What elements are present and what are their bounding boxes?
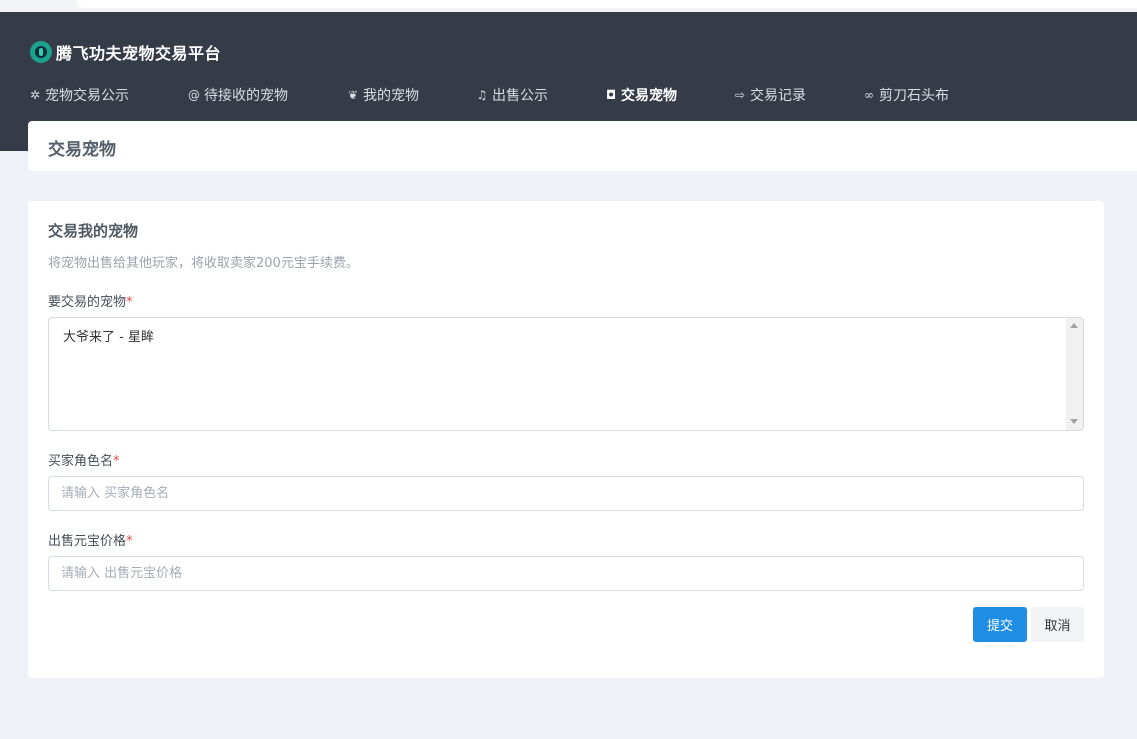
app-title: 腾飞功夫宠物交易平台 — [56, 44, 222, 63]
required-mark: * — [126, 295, 133, 310]
form-title: 交易我的宠物 — [48, 222, 139, 240]
nav-item-label: 出售公示 — [492, 88, 548, 104]
nav-item-label: 待接收的宠物 — [204, 88, 288, 104]
logo-icon — [30, 41, 52, 63]
price-label-text: 出售元宝价格 — [48, 534, 127, 549]
submit-button[interactable]: 提交 — [973, 607, 1027, 642]
price-label: 出售元宝价格* — [48, 530, 133, 549]
select-scrollbar[interactable] — [1066, 318, 1083, 430]
pet-select-list[interactable]: 大爷来了 - 星眸 — [48, 317, 1084, 431]
pet-option[interactable]: 大爷来了 - 星眸 — [63, 326, 154, 345]
brand[interactable]: 腾飞功夫宠物交易平台 — [30, 40, 221, 64]
gamepad-icon: ∞ — [864, 88, 874, 102]
cat-icon: ❦ — [347, 88, 359, 102]
main-nav: ✲ 宠物交易公示 @ 待接收的宠物 ❦ 我的宠物 ♫ 出售公示 ◘ 交易宠物 ⇨… — [28, 84, 972, 106]
required-mark: * — [113, 454, 120, 469]
shopping-bag-icon: ◘ — [605, 88, 617, 102]
buyer-name-input[interactable] — [48, 476, 1084, 511]
at-icon: @ — [188, 88, 200, 102]
nav-item-pending-pets[interactable]: @ 待接收的宠物 — [187, 84, 346, 106]
nav-item-pet-trade-notice[interactable]: ✲ 宠物交易公示 — [28, 84, 187, 106]
pet-select-label-text: 要交易的宠物 — [48, 295, 127, 310]
nav-item-label: 我的宠物 — [363, 88, 419, 104]
nav-item-label: 交易记录 — [750, 88, 806, 104]
page-title-card: 交易宠物 — [28, 121, 1137, 171]
buyer-name-label-text: 买家角色名 — [48, 454, 114, 469]
pet-select-label: 要交易的宠物* — [48, 291, 133, 310]
buyer-name-label: 买家角色名* — [48, 450, 120, 469]
cancel-button[interactable]: 取消 — [1031, 607, 1084, 642]
browser-address-bar[interactable] — [76, 0, 1137, 8]
nav-item-rock-paper-scissors[interactable]: ∞ 剪刀石头布 — [862, 84, 972, 106]
nav-item-trade-records[interactable]: ⇨ 交易记录 — [733, 84, 862, 106]
nav-item-my-pets[interactable]: ❦ 我的宠物 — [346, 84, 475, 106]
browser-chrome-strip — [0, 0, 1137, 12]
required-mark: * — [126, 534, 133, 549]
scroll-down-icon[interactable] — [1070, 419, 1078, 424]
price-input[interactable] — [48, 556, 1084, 591]
bell-icon: ♫ — [476, 88, 488, 102]
nav-item-label: 宠物交易公示 — [45, 88, 129, 104]
nav-item-label: 交易宠物 — [621, 88, 677, 104]
bug-icon: ✲ — [29, 88, 41, 102]
form-subtitle: 将宠物出售给其他玩家，将收取卖家200元宝手续费。 — [48, 256, 359, 271]
sign-out-icon: ⇨ — [734, 88, 746, 102]
nav-item-sale-notice[interactable]: ♫ 出售公示 — [475, 84, 604, 106]
nav-item-label: 剪刀石头布 — [879, 88, 949, 104]
page-title: 交易宠物 — [48, 140, 116, 160]
nav-item-trade-pet[interactable]: ◘ 交易宠物 — [604, 84, 733, 106]
scroll-up-icon[interactable] — [1070, 323, 1078, 328]
trade-form-panel: 交易我的宠物 将宠物出售给其他玩家，将收取卖家200元宝手续费。 要交易的宠物*… — [28, 201, 1104, 678]
